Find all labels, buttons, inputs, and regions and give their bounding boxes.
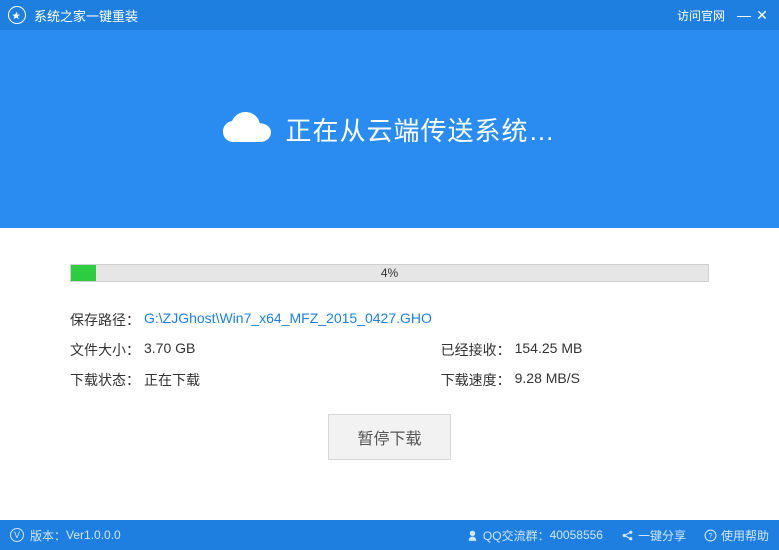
pause-download-button[interactable]: 暂停下载: [328, 414, 450, 460]
help-label: 使用帮助: [721, 527, 769, 544]
file-size-value: 3.70 GB: [144, 340, 195, 360]
save-path-label: 保存路径：: [70, 310, 140, 330]
progress-percent-text: 4%: [71, 265, 708, 281]
help-link[interactable]: ? 使用帮助: [704, 527, 769, 544]
status-value: 正在下载: [144, 370, 200, 390]
received-label: 已经接收：: [441, 340, 511, 360]
qq-group-label: QQ交流群：: [483, 527, 550, 544]
qq-icon: [466, 529, 479, 542]
minimize-button[interactable]: —: [735, 7, 753, 23]
received-value: 154.25 MB: [515, 340, 583, 360]
share-icon: [621, 529, 634, 542]
close-button[interactable]: ✕: [753, 7, 771, 24]
version-icon: V: [10, 528, 24, 542]
visit-official-link[interactable]: 访问官网: [677, 7, 725, 24]
app-window: 系统之家一键重装 访问官网 — ✕ 正在从云端传送系统… 4% 保存路径： G:: [0, 0, 779, 550]
content-area: 4% 保存路径： G:\ZJGhost\Win7_x64_MFZ_2015_04…: [0, 228, 779, 520]
speed-label: 下载速度：: [441, 370, 511, 390]
status-label: 下载状态：: [70, 370, 140, 390]
hero-heading: 正在从云端传送系统…: [285, 111, 555, 148]
progress-bar: 4%: [70, 264, 709, 282]
speed-value: 9.28 MB/S: [515, 370, 580, 390]
version-value: Ver1.0.0.0: [66, 528, 121, 542]
qq-group-link[interactable]: QQ交流群： 40058556: [466, 527, 603, 544]
cloud-icon: [223, 111, 271, 148]
download-info: 保存路径： G:\ZJGhost\Win7_x64_MFZ_2015_0427.…: [70, 310, 709, 390]
app-logo-icon: [8, 6, 26, 24]
file-size-label: 文件大小：: [70, 340, 140, 360]
version-label: 版本：: [30, 527, 66, 544]
title-bar: 系统之家一键重装 访问官网 — ✕: [0, 0, 779, 30]
help-icon: ?: [704, 529, 717, 542]
status-bar: V 版本： Ver1.0.0.0 QQ交流群： 40058556 一键分享 ? …: [0, 520, 779, 550]
app-title: 系统之家一键重装: [34, 6, 138, 25]
qq-group-value: 40058556: [550, 528, 603, 542]
svg-text:?: ?: [708, 531, 712, 540]
share-link[interactable]: 一键分享: [621, 527, 686, 544]
save-path-value[interactable]: G:\ZJGhost\Win7_x64_MFZ_2015_0427.GHO: [144, 310, 432, 330]
share-label: 一键分享: [638, 527, 686, 544]
hero-banner: 正在从云端传送系统…: [0, 30, 779, 228]
progress-bar-container: 4%: [70, 264, 709, 282]
